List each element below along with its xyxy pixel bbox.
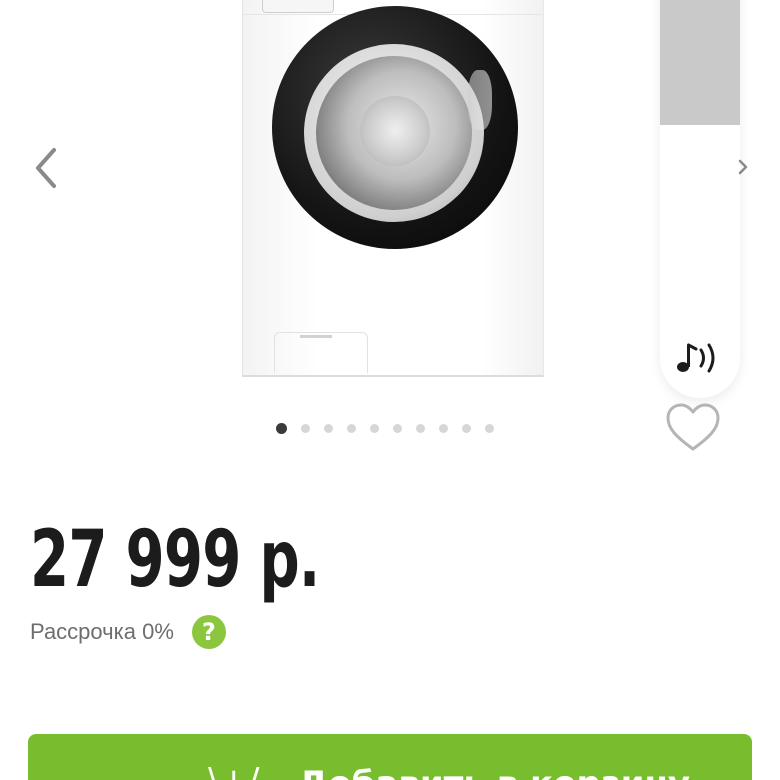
gallery-dot[interactable] [462,423,471,433]
gallery-dot[interactable] [393,423,402,433]
gallery-dot[interactable] [301,423,310,433]
gallery-dot[interactable] [276,422,287,434]
detergent-drawer [262,0,334,13]
chevron-right-icon[interactable] [737,158,749,176]
add-to-cart-label: Добавить в корзину [298,764,690,780]
help-icon[interactable]: ? [191,615,226,649]
product-price: 27 999 р. [30,515,320,605]
cart-icon: \+/ [208,764,259,780]
gallery-dot[interactable] [324,423,333,433]
installment-row: Рассрочка 0% ? [30,614,226,650]
gallery-dot[interactable] [370,423,379,433]
drum [360,96,430,166]
side-panel [660,0,740,398]
heart-icon[interactable] [665,402,721,454]
product-page: 27 999 р. Рассрочка 0% ? \+/ Добавить в … [0,0,780,780]
add-to-cart-button[interactable]: \+/ Добавить в корзину [28,734,752,780]
gallery-dot[interactable] [416,423,425,433]
filter-hatch [274,332,368,373]
sound-icon[interactable] [674,340,724,376]
door-handle [468,70,492,130]
gallery-dot[interactable] [347,423,356,433]
gallery-dot[interactable] [485,423,494,433]
side-panel-thumbnail[interactable] [660,0,740,125]
product-image[interactable] [242,0,544,378]
gallery-dot[interactable] [439,423,448,433]
chevron-left-icon[interactable] [28,146,68,190]
gallery-dots [276,422,494,434]
installment-label: Рассрочка 0% [30,619,174,644]
brand-logo [300,335,332,338]
